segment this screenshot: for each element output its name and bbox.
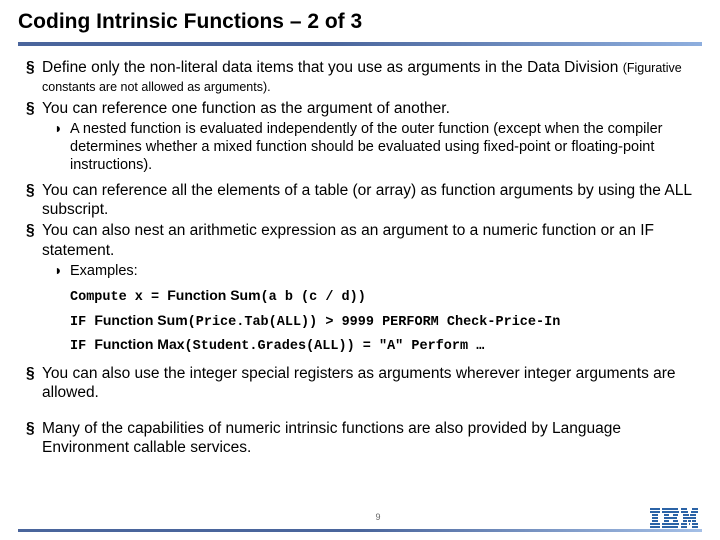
bullet-item: § You can reference one function as the …: [26, 99, 702, 118]
square-bullet-icon: §: [26, 364, 42, 403]
code-function: Function Max: [94, 336, 184, 352]
page-number: 9: [18, 512, 720, 522]
sub-bullet-text: A nested function is evaluated independe…: [70, 120, 702, 174]
bullet-item: § Define only the non-literal data items…: [26, 58, 702, 97]
sub-bullet-text: Examples:: [70, 262, 702, 280]
code-line: IF Function Max(Student.Grades(ALL)) = "…: [70, 333, 702, 358]
code-examples: Compute x = Function Sum(a b (c / d)) IF…: [70, 284, 702, 358]
ibm-logo-icon: [650, 508, 698, 528]
bullet-text: Many of the capabilities of numeric intr…: [42, 419, 702, 458]
code-line: Compute x = Function Sum(a b (c / d)): [70, 284, 702, 309]
title-underline: [18, 42, 702, 46]
code-function: Function Sum: [94, 312, 187, 328]
square-bullet-icon: §: [26, 181, 42, 220]
bullet-text: You can reference one function as the ar…: [42, 99, 702, 118]
square-bullet-icon: §: [26, 419, 42, 458]
code-text: Compute x =: [70, 290, 167, 305]
code-line: IF Function Sum(Price.Tab(ALL)) > 9999 P…: [70, 309, 702, 334]
square-bullet-icon: §: [26, 58, 42, 97]
code-text: (a b (c / d)): [261, 290, 366, 305]
bullet-item: § You can reference all the elements of …: [26, 181, 702, 220]
arrow-bullet-icon: ◗: [54, 120, 70, 174]
sub-bullet-item: ◗ A nested function is evaluated indepen…: [54, 120, 702, 174]
footer-divider: [18, 529, 702, 532]
footer: [18, 529, 702, 532]
code-text: IF: [70, 315, 94, 330]
slide: Coding Intrinsic Functions – 2 of 3 § De…: [0, 0, 720, 540]
sub-bullet-item: ◗ Examples:: [54, 262, 702, 280]
square-bullet-icon: §: [26, 221, 42, 260]
slide-content: § Define only the non-literal data items…: [18, 58, 702, 457]
code-text: (Student.Grades(ALL)) = "A" Perform …: [185, 339, 485, 354]
bullet-text: You can also nest an arithmetic expressi…: [42, 221, 702, 260]
bullet-text: Define only the non-literal data items t…: [42, 58, 702, 97]
code-text: (Price.Tab(ALL)) > 9999 PERFORM Check-Pr…: [188, 315, 561, 330]
code-function: Function Sum: [167, 287, 260, 303]
square-bullet-icon: §: [26, 99, 42, 118]
bullet-text: You can reference all the elements of a …: [42, 181, 702, 220]
bullet-text: You can also use the integer special reg…: [42, 364, 702, 403]
arrow-bullet-icon: ◗: [54, 262, 70, 280]
slide-title: Coding Intrinsic Functions – 2 of 3: [18, 10, 702, 40]
bullet-item: § You can also use the integer special r…: [26, 364, 702, 403]
bullet-item: § You can also nest an arithmetic expres…: [26, 221, 702, 260]
code-text: IF: [70, 339, 94, 354]
bullet-item: § Many of the capabilities of numeric in…: [26, 419, 702, 458]
text: Define only the non-literal data items t…: [42, 59, 623, 76]
